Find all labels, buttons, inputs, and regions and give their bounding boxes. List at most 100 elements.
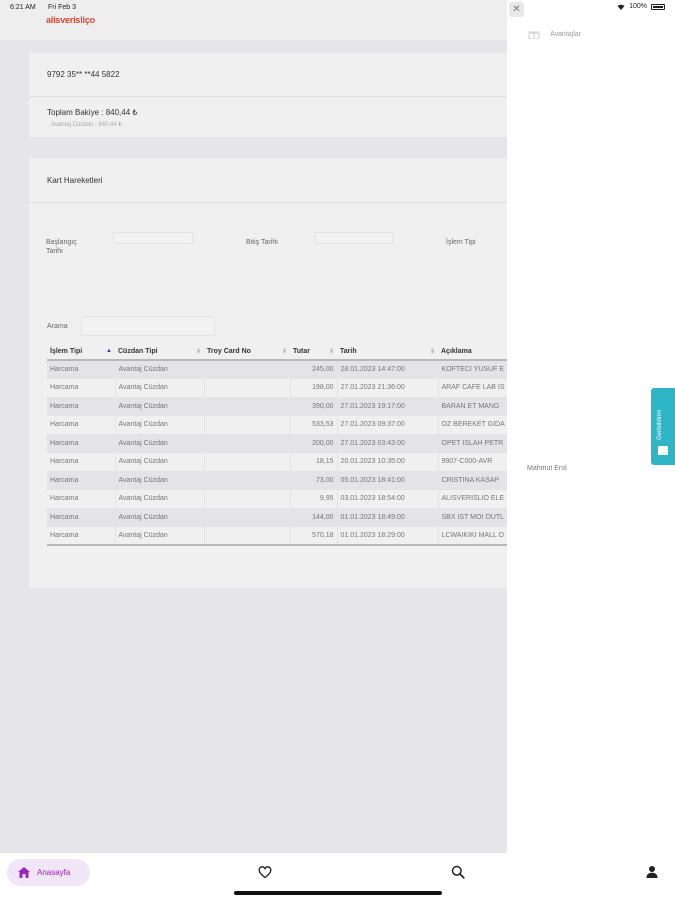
table-cell: BARAN ET MANG (438, 397, 509, 416)
search-icon[interactable] (451, 865, 465, 879)
feedback-label: Geribildirim (657, 409, 663, 440)
table-cell: Avantaj Cüzdan (115, 508, 205, 527)
table-cell: Harcama (47, 471, 116, 490)
table-cell: Avantaj Cüzdan (115, 526, 205, 546)
table-cell (204, 434, 291, 453)
table-cell (204, 415, 291, 434)
table-cell: Harcama (47, 434, 116, 453)
table-cell: 27.01.2023 19:17:00 (337, 397, 439, 416)
table-row[interactable]: Harcama Avantaj Cüzdan 18,15 20.01.2023 10:… (47, 452, 509, 471)
table-row[interactable]: Harcama Avantaj Cüzdan 390,00 27.01.2023 19… (47, 397, 509, 416)
table-cell: 03.01.2023 18:54:00 (337, 489, 439, 508)
table-cell: Harcama (47, 452, 116, 471)
brand-logo[interactable]: alisverisliço (46, 15, 95, 25)
gift-icon (528, 31, 540, 39)
table-row[interactable]: Harcama Avantaj Cüzdan 245,00 28.01.2023 14… (47, 360, 509, 379)
table-cell (204, 489, 291, 508)
table-cell: 18,15 (290, 452, 338, 471)
table-cell: 05.01.2023 18:41:00 (337, 471, 439, 490)
table-cell: ARAF CAFE LAB IS (438, 378, 509, 397)
sort-icon: ⬍ (429, 349, 435, 355)
column-label: Tutar (293, 348, 310, 355)
table-row[interactable]: Harcama Avantaj Cüzdan 144,00 01.01.2023 18… (47, 508, 509, 527)
heart-icon[interactable] (258, 865, 272, 879)
nav-home-label: Anasayfa (37, 868, 71, 877)
search-label: Arama (47, 323, 68, 330)
column-label: İşlem Tipi (50, 348, 83, 355)
table-cell: Harcama (47, 526, 116, 546)
menu-item-avantajlar[interactable]: Avantajlar (550, 31, 581, 38)
column-header-description[interactable]: Açıklama (438, 344, 509, 361)
sort-icon: ⬍ (281, 349, 287, 355)
table-row[interactable]: Harcama Avantaj Cüzdan 9,95 03.01.2023 18:5… (47, 489, 509, 508)
table-cell: Avantaj Cüzdan (115, 397, 205, 416)
table-row[interactable]: Harcama Avantaj Cüzdan 533,53 27.01.2023 09… (47, 415, 509, 434)
sort-icon: ⬍ (328, 349, 334, 355)
table-row[interactable]: Harcama Avantaj Cüzdan 570,18 01.01.2023 18… (47, 526, 509, 546)
table-cell: 9,95 (290, 489, 338, 508)
table-cell: LCWAIKIKI MALL O (438, 526, 509, 546)
nav-home-button[interactable]: Anasayfa (7, 859, 90, 886)
table-cell: Avantaj Cüzdan (115, 452, 205, 471)
table-cell (204, 526, 291, 546)
table-cell: 570,18 (290, 526, 338, 546)
table-cell: 01.01.2023 18:49:00 (337, 508, 439, 527)
column-label: Troy Card No (207, 348, 251, 355)
table-cell: Harcama (47, 415, 116, 434)
column-label: Tarih (340, 348, 357, 355)
transactions-table: İşlem Tipi ▲ Cüzdan Tipi ⬍ Troy Card No ⬍ T… (47, 344, 509, 546)
table-cell: 73,00 (290, 471, 338, 490)
search-input[interactable] (81, 316, 215, 336)
start-date-label-line1: Başlangıç (46, 239, 77, 246)
table-cell (204, 508, 291, 527)
table-cell: 01.01.2023 18:29:00 (337, 526, 439, 546)
home-icon (18, 867, 30, 878)
table-cell: 27.01.2023 09:37:00 (337, 415, 439, 434)
table-cell: 245,00 (290, 360, 338, 379)
table-cell: 27.01.2023 21:36:00 (337, 378, 439, 397)
home-indicator (234, 891, 442, 895)
transaction-type-label: İşlem Tipi (446, 239, 476, 246)
table-cell (204, 397, 291, 416)
feedback-tab[interactable]: Geribildirim (651, 388, 675, 465)
table-cell: KOFTECI YUSUF E (438, 360, 509, 379)
table-cell: Harcama (47, 378, 116, 397)
sort-asc-icon: ▲ (106, 348, 112, 354)
table-cell: Avantaj Cüzdan (115, 471, 205, 490)
user-icon[interactable] (645, 865, 659, 879)
column-header-wallet-type[interactable]: Cüzdan Tipi ⬍ (115, 344, 204, 361)
table-row[interactable]: Harcama Avantaj Cüzdan 198,00 27.01.2023 21… (47, 378, 509, 397)
column-header-transaction-type[interactable]: İşlem Tipi ▲ (47, 344, 115, 361)
column-header-amount[interactable]: Tutar ⬍ (290, 344, 337, 361)
table-cell: Avantaj Cüzdan (115, 360, 205, 379)
table-cell: 390,00 (290, 397, 338, 416)
side-panel: ✕ Avantajlar Mahmut Erol (507, 0, 675, 853)
table-cell (204, 471, 291, 490)
table-cell: ALISVERISLIO ELE (438, 489, 509, 508)
end-date-input[interactable] (314, 232, 394, 244)
status-bar: 6:21 AM Fri Feb 3 (0, 0, 675, 16)
table-cell: OPET ISLAH PETR (438, 434, 509, 453)
column-label: Açıklama (441, 348, 472, 355)
table-row[interactable]: Harcama Avantaj Cüzdan 73,00 05.01.2023 18:… (47, 471, 509, 490)
table-cell: OZ BEREKET GIDA (438, 415, 509, 434)
table-cell (204, 360, 291, 379)
start-date-input[interactable] (113, 232, 193, 244)
end-date-label: Bitiş Tarihi (246, 239, 278, 246)
column-header-date[interactable]: Tarih ⬍ (337, 344, 438, 361)
table-cell: Harcama (47, 489, 116, 508)
table-cell: CRISTINA KASAP (438, 471, 509, 490)
table-row[interactable]: Harcama Avantaj Cüzdan 200,00 27.01.2023 03… (47, 434, 509, 453)
total-balance: Toplam Bakiye : 840,44 ₺ (47, 108, 138, 117)
table-cell: Avantaj Cüzdan (115, 489, 205, 508)
bottom-nav: Anasayfa (0, 853, 675, 900)
table-cell: 27.01.2023 03:43:00 (337, 434, 439, 453)
transactions-title: Kart Hareketleri (47, 176, 103, 185)
column-header-troy-card-no[interactable]: Troy Card No ⬍ (204, 344, 290, 361)
table-cell: 28.01.2023 14:47:00 (337, 360, 439, 379)
table-cell (204, 452, 291, 471)
table-cell: Avantaj Cüzdan (115, 415, 205, 434)
table-cell: 198,00 (290, 378, 338, 397)
table-cell: Harcama (47, 360, 116, 379)
table-cell: 9907-C000-AVR (438, 452, 509, 471)
